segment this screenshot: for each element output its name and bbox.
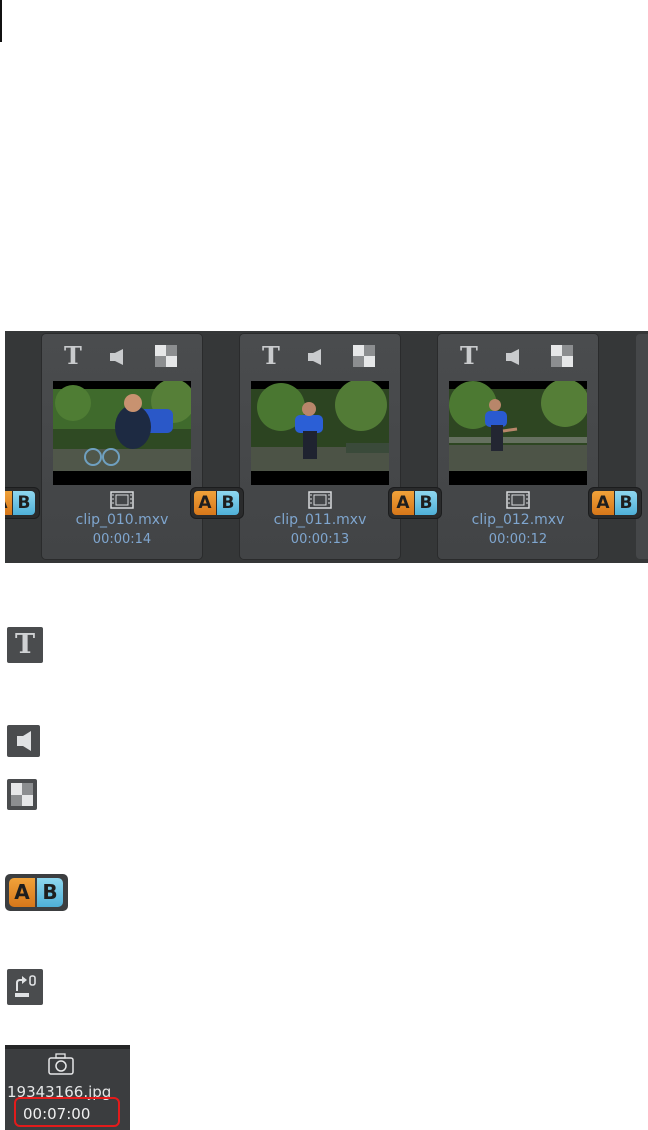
film-strip-icon bbox=[110, 491, 134, 509]
title-icon[interactable]: T bbox=[262, 342, 280, 370]
link-object-icon bbox=[7, 969, 43, 1005]
storyboard-strip: T clip_010.mxv 00:00:14 T clip_011.mxv 0… bbox=[5, 331, 648, 563]
ab-transition-b: B bbox=[37, 878, 63, 907]
image-clip[interactable]: 19343166.jpg 00:07:00 bbox=[5, 1045, 130, 1130]
film-strip-icon bbox=[308, 491, 332, 509]
ab-transition-a: A bbox=[392, 491, 414, 515]
title-icon[interactable]: T bbox=[64, 342, 82, 370]
transition-effect-icon[interactable] bbox=[155, 345, 177, 367]
clip-name: clip_012.mxv bbox=[471, 512, 565, 528]
ab-transition-b: B bbox=[13, 491, 35, 515]
storyboard-clip[interactable]: T bbox=[42, 334, 202, 559]
ab-transition-button[interactable]: A B bbox=[389, 488, 441, 518]
clip-duration: 00:00:13 bbox=[290, 532, 350, 547]
image-clip-topbar bbox=[5, 1045, 130, 1049]
camera-icon bbox=[48, 1053, 74, 1075]
storyboard-clip[interactable]: T bbox=[438, 334, 598, 559]
ab-transition-a: A bbox=[194, 491, 216, 515]
clip-duration: 00:00:12 bbox=[488, 532, 548, 547]
transition-effect-icon[interactable] bbox=[551, 345, 573, 367]
audio-icon[interactable] bbox=[308, 349, 322, 365]
clip-thumbnail[interactable] bbox=[449, 381, 587, 485]
ab-transition-a: A bbox=[592, 491, 614, 515]
audio-icon[interactable] bbox=[506, 349, 520, 365]
audio-icon bbox=[7, 725, 40, 757]
ab-transition-b: B bbox=[415, 491, 437, 515]
clip-toolbar: T bbox=[438, 342, 598, 370]
clip-duration: 00:00:14 bbox=[92, 532, 152, 547]
clip-toolbar: T bbox=[240, 342, 400, 370]
ab-transition-b: B bbox=[615, 491, 637, 515]
ab-transition-b: B bbox=[217, 491, 239, 515]
clip-thumbnail[interactable] bbox=[251, 381, 389, 485]
clip-name: clip_010.mxv bbox=[75, 512, 169, 528]
ab-transition-button[interactable]: A B bbox=[589, 488, 641, 518]
ab-transition-a: A bbox=[9, 878, 35, 907]
title-icon[interactable]: T bbox=[460, 342, 478, 370]
duration-highlight-box bbox=[14, 1097, 120, 1127]
film-strip-icon bbox=[506, 491, 530, 509]
storyboard-clip-partial[interactable] bbox=[636, 334, 648, 559]
storyboard-clip[interactable]: T bbox=[240, 334, 400, 559]
transition-effect-icon[interactable] bbox=[353, 345, 375, 367]
ab-transition-button[interactable]: A B bbox=[5, 488, 39, 518]
audio-icon[interactable] bbox=[110, 349, 124, 365]
ab-transition-a: A bbox=[5, 491, 12, 515]
title-icon: T bbox=[7, 627, 43, 663]
clip-thumbnail[interactable] bbox=[53, 381, 191, 485]
ab-transition-icon: A B bbox=[5, 874, 68, 911]
page-edge-mark bbox=[0, 0, 2, 42]
transition-effect-icon bbox=[7, 779, 37, 810]
clip-name: clip_011.mxv bbox=[273, 512, 367, 528]
ab-transition-button[interactable]: A B bbox=[191, 488, 243, 518]
clip-toolbar: T bbox=[42, 342, 202, 370]
